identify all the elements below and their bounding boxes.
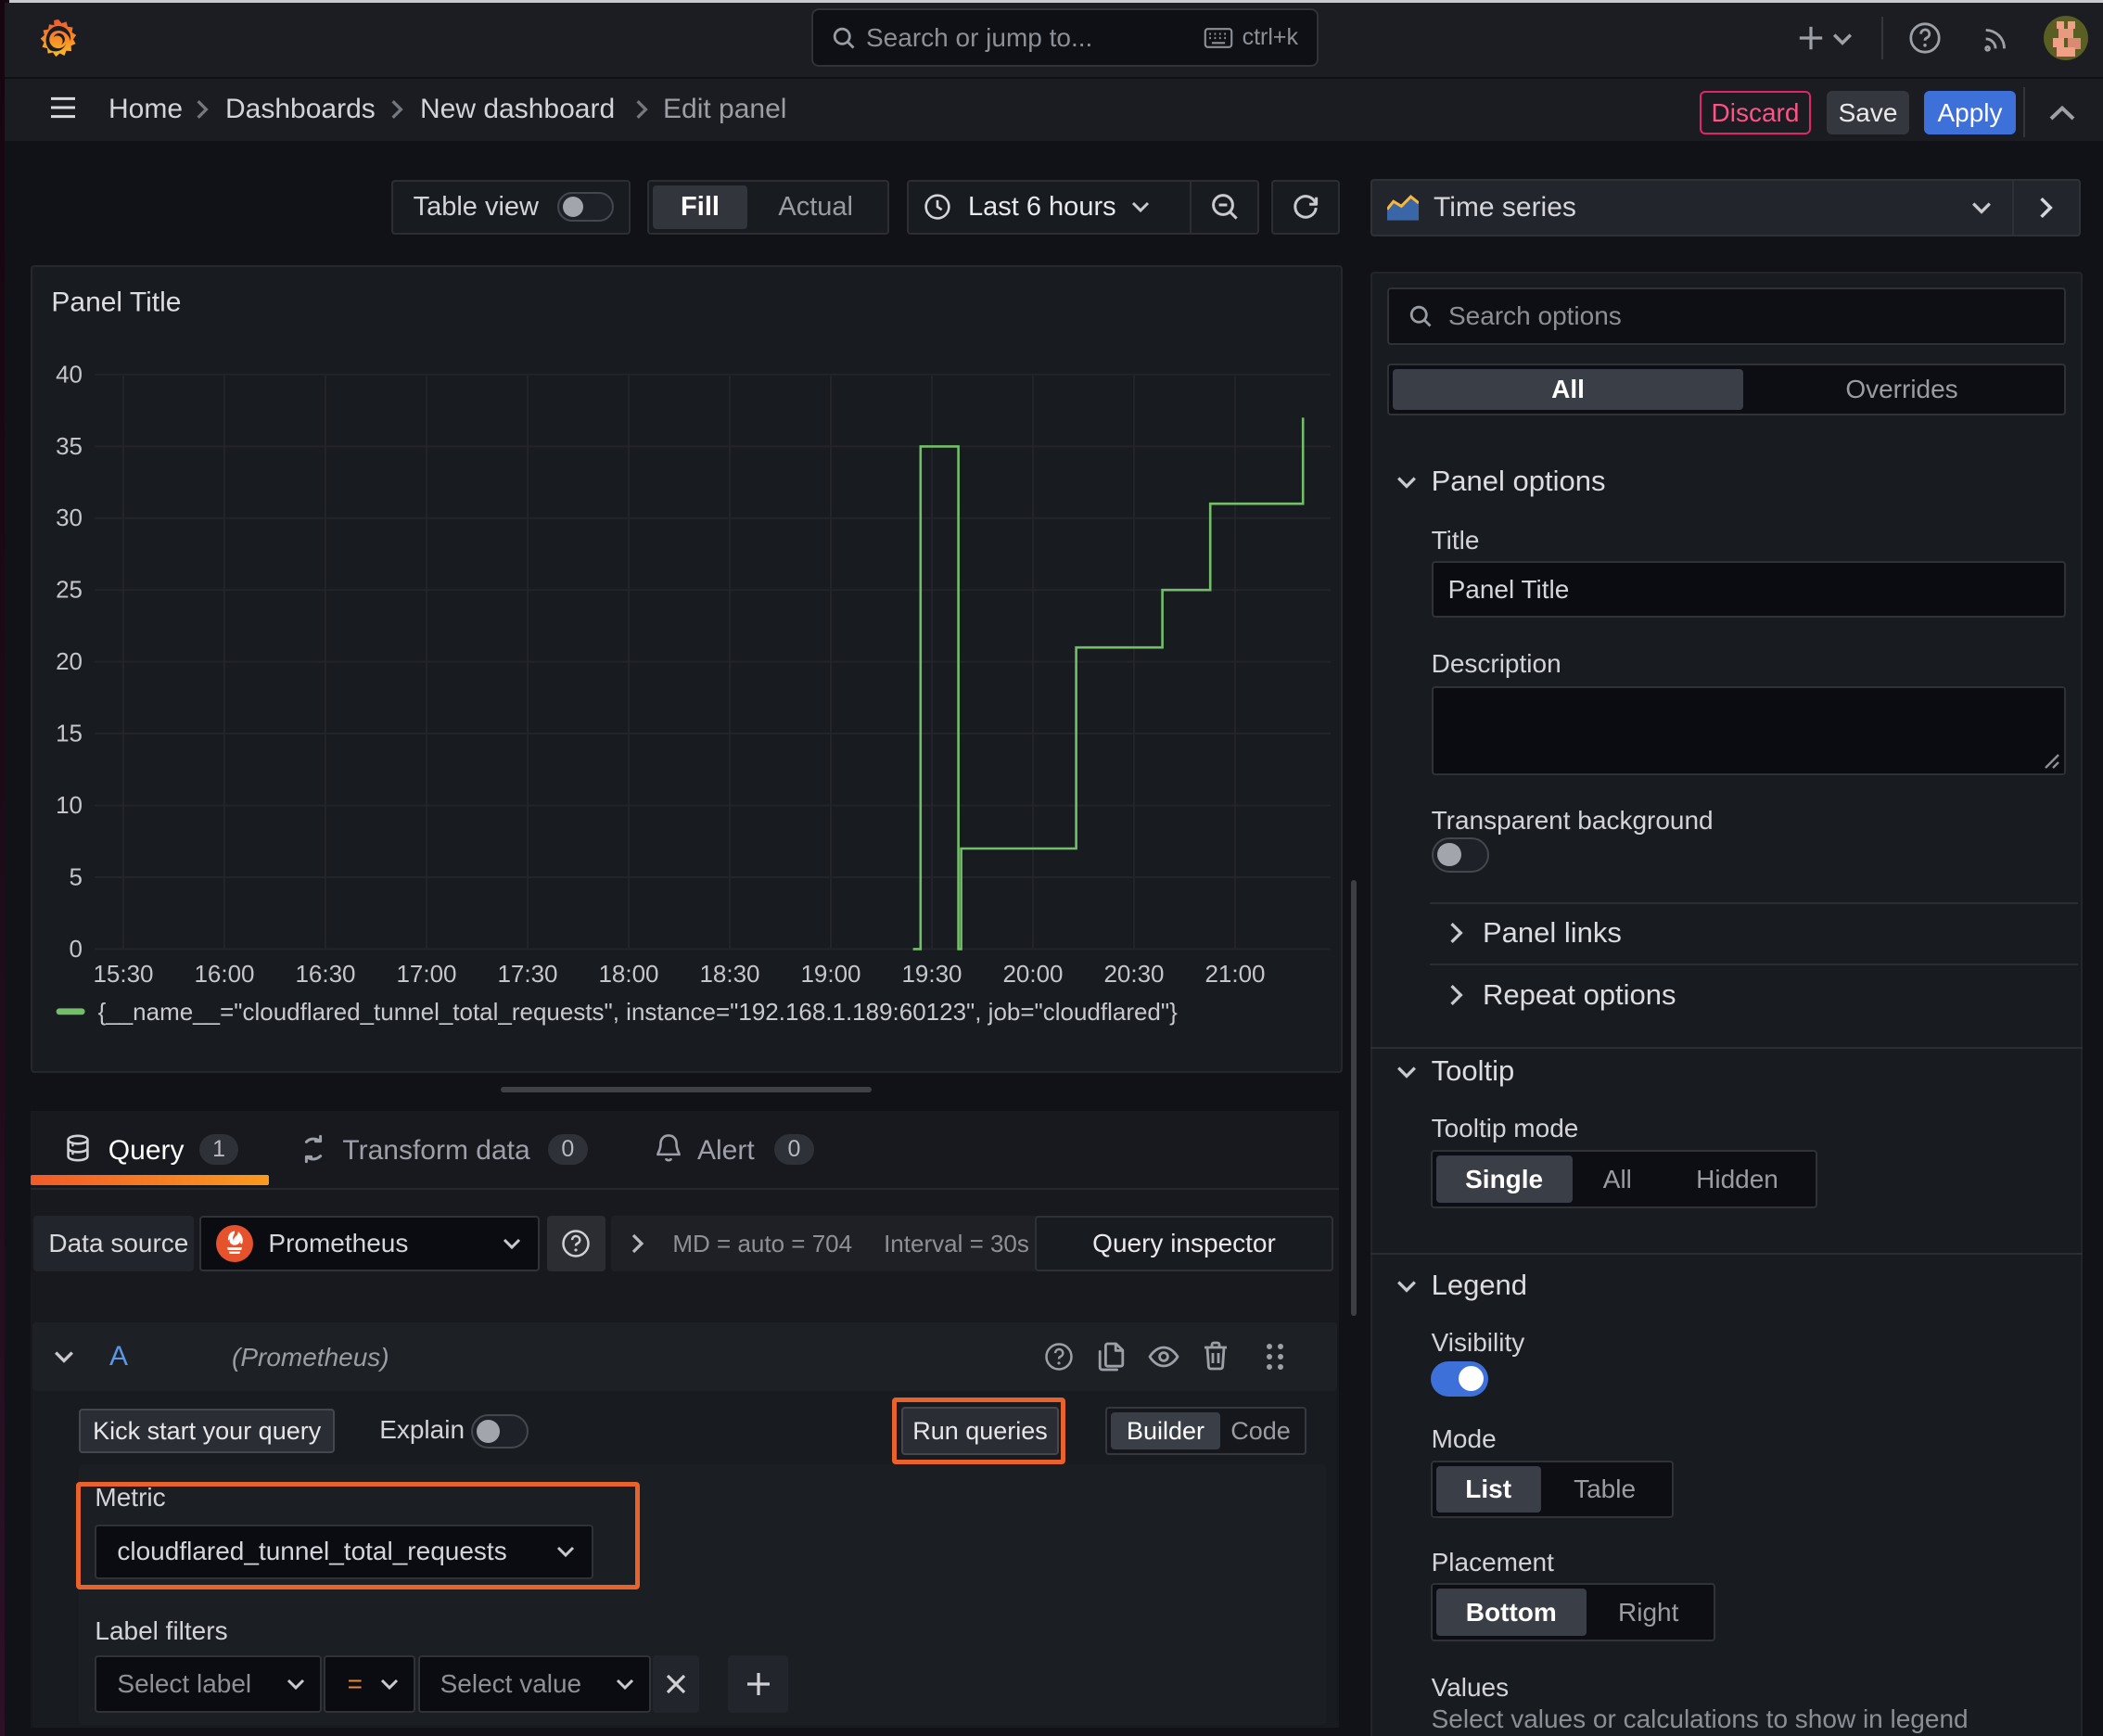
svg-text:40: 40 — [56, 360, 83, 388]
svg-text:10: 10 — [56, 791, 83, 819]
svg-text:Panel Title: Panel Title — [52, 287, 182, 317]
svg-text:20:00: 20:00 — [1003, 960, 1064, 988]
svg-text:17:30: 17:30 — [498, 960, 558, 988]
svg-text:16:30: 16:30 — [296, 960, 356, 988]
svg-text:30: 30 — [56, 504, 83, 531]
svg-text:18:30: 18:30 — [700, 960, 760, 988]
svg-text:35: 35 — [56, 431, 83, 459]
svg-text:25: 25 — [56, 575, 83, 603]
svg-text:19:30: 19:30 — [902, 960, 962, 988]
svg-text:15: 15 — [56, 719, 83, 747]
svg-text:0: 0 — [70, 934, 83, 962]
svg-text:17:00: 17:00 — [397, 960, 457, 988]
svg-text:20: 20 — [56, 647, 83, 675]
svg-text:19:00: 19:00 — [801, 960, 861, 988]
svg-text:15:30: 15:30 — [94, 960, 154, 988]
svg-text:20:30: 20:30 — [1104, 960, 1165, 988]
svg-text:18:00: 18:00 — [599, 960, 659, 988]
svg-text:16:00: 16:00 — [195, 960, 255, 988]
svg-text:21:00: 21:00 — [1205, 960, 1266, 988]
svg-text:5: 5 — [70, 862, 83, 890]
svg-text:{__name__="cloudflared_tunnel_: {__name__="cloudflared_tunnel_total_requ… — [98, 998, 1178, 1026]
